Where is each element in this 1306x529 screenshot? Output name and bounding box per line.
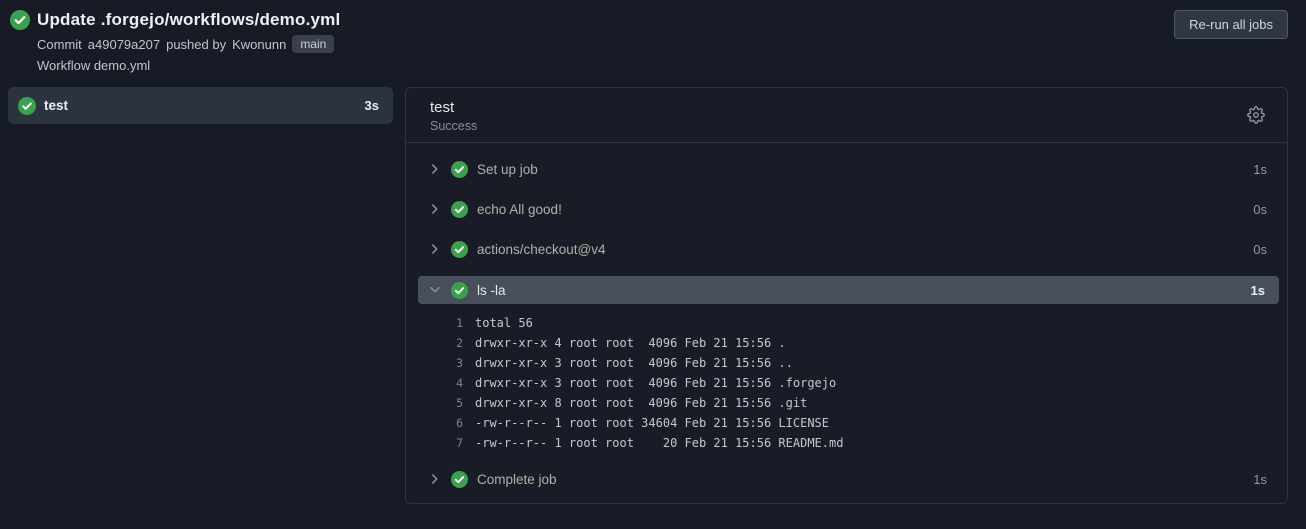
log-line: 7 -rw-r--r-- 1 root root 20 Feb 21 15:56… <box>406 433 1287 453</box>
step-success-icon <box>451 281 468 299</box>
job-panel-title: test <box>430 99 455 116</box>
step-name: echo All good! <box>477 201 562 217</box>
step-row-echo[interactable]: echo All good! 0s <box>406 189 1287 229</box>
log-line: 3 drwxr-xr-x 3 root root 4096 Feb 21 15:… <box>406 353 1287 373</box>
log-line: 1 total 56 <box>406 313 1287 333</box>
step-name: Complete job <box>477 471 557 487</box>
log-line-number[interactable]: 5 <box>406 393 463 413</box>
job-name: test <box>44 98 69 113</box>
run-header-info: Update .forgejo/workflows/demo.yml Commi… <box>10 10 1174 73</box>
commit-line: Commit a49079a207 pushed by Kwonunn main <box>37 35 1174 53</box>
job-duration: 3s <box>364 98 379 113</box>
chevron-down-icon <box>428 283 442 297</box>
steps-list: Set up job 1s echo All good! 0s actions/… <box>406 143 1287 499</box>
step-row-setup-job[interactable]: Set up job 1s <box>406 149 1287 189</box>
branch-badge[interactable]: main <box>292 35 335 53</box>
workflow-line: Workflow demo.yml <box>37 58 151 73</box>
log-line-text: drwxr-xr-x 3 root root 4096 Feb 21 15:56… <box>475 376 837 390</box>
gear-icon[interactable] <box>1247 106 1267 126</box>
step-duration: 1s <box>1253 161 1267 177</box>
log-line-text: -rw-r--r-- 1 root root 20 Feb 21 15:56 R… <box>475 436 844 450</box>
sidebar-job-test[interactable]: test 3s <box>8 87 393 124</box>
log-line-number[interactable]: 1 <box>406 313 463 333</box>
content: test 3s test Success Set up job 1s echo … <box>0 87 1306 504</box>
step-log-output: 1 total 56 2 drwxr-xr-x 4 root root 4096… <box>406 304 1287 459</box>
run-success-icon <box>10 10 30 30</box>
log-line-text: drwxr-xr-x 8 root root 4096 Feb 21 15:56… <box>475 396 808 410</box>
log-line: 6 -rw-r--r-- 1 root root 34604 Feb 21 15… <box>406 413 1287 433</box>
step-row-complete-job[interactable]: Complete job 1s <box>406 459 1287 499</box>
step-success-icon <box>451 240 468 258</box>
step-duration: 0s <box>1253 241 1267 257</box>
chevron-right-icon <box>428 202 442 216</box>
job-status-text: Success <box>430 119 478 133</box>
step-row-ls-la[interactable]: ls -la 1s <box>418 276 1279 304</box>
log-line-text: -rw-r--r-- 1 root root 34604 Feb 21 15:5… <box>475 416 830 430</box>
log-line: 5 drwxr-xr-x 8 root root 4096 Feb 21 15:… <box>406 393 1287 413</box>
commit-prefix: Commit <box>37 36 82 52</box>
step-name: ls -la <box>477 282 506 298</box>
log-line-number[interactable]: 6 <box>406 413 463 433</box>
step-success-icon <box>451 160 468 178</box>
log-line-number[interactable]: 7 <box>406 433 463 453</box>
log-line-number[interactable]: 3 <box>406 353 463 373</box>
chevron-right-icon <box>428 472 442 486</box>
chevron-right-icon <box>428 162 442 176</box>
step-success-icon <box>451 200 468 218</box>
job-panel: test Success Set up job 1s echo All good… <box>405 87 1288 504</box>
step-row-checkout[interactable]: actions/checkout@v4 0s <box>406 229 1287 269</box>
step-duration: 0s <box>1253 201 1267 217</box>
log-line-text: drwxr-xr-x 4 root root 4096 Feb 21 15:56… <box>475 336 786 350</box>
step-name: Set up job <box>477 161 538 177</box>
log-line-number[interactable]: 2 <box>406 333 463 353</box>
step-name: actions/checkout@v4 <box>477 241 606 257</box>
run-title: Update .forgejo/workflows/demo.yml <box>37 10 341 29</box>
job-success-icon <box>18 96 36 115</box>
step-success-icon <box>451 470 468 488</box>
run-header: Update .forgejo/workflows/demo.yml Commi… <box>0 0 1306 73</box>
commit-sha-link[interactable]: a49079a207 <box>88 37 160 52</box>
step-duration: 1s <box>1253 471 1267 487</box>
chevron-right-icon <box>428 242 442 256</box>
log-line-number[interactable]: 4 <box>406 373 463 393</box>
jobs-sidebar: test 3s <box>8 87 393 124</box>
commit-user-link[interactable]: Kwonunn <box>232 37 286 52</box>
rerun-all-jobs-button[interactable]: Re-run all jobs <box>1174 10 1288 39</box>
commit-middle: pushed by <box>166 36 227 52</box>
job-panel-header: test Success <box>406 88 1287 143</box>
log-line-text: total 56 <box>475 316 533 330</box>
log-line-text: drwxr-xr-x 3 root root 4096 Feb 21 15:56… <box>475 356 793 370</box>
log-line: 4 drwxr-xr-x 3 root root 4096 Feb 21 15:… <box>406 373 1287 393</box>
log-line: 2 drwxr-xr-x 4 root root 4096 Feb 21 15:… <box>406 333 1287 353</box>
step-duration: 1s <box>1250 282 1265 298</box>
